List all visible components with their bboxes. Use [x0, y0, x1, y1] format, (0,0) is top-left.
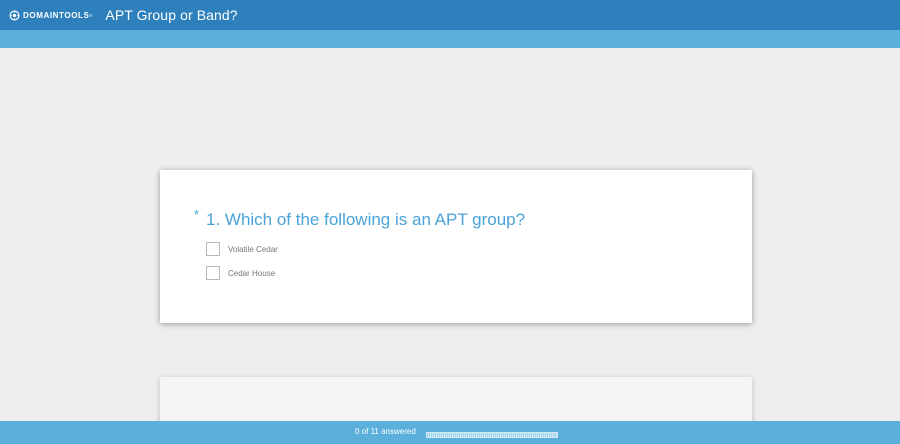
- survey-title: APT Group or Band?: [105, 7, 238, 23]
- domaintools-logo-icon: [9, 9, 20, 21]
- progress-text: 0 of 11 answered: [355, 427, 416, 436]
- logo-trademark: ®: [89, 12, 93, 18]
- question-title: * 1. Which of the following is an APT gr…: [194, 207, 526, 230]
- option-cedar-house[interactable]: Cedar House: [206, 266, 275, 280]
- sub-header-bar: [0, 30, 900, 48]
- logo-text: DOMAINTOOLS: [23, 10, 90, 20]
- progress-bar: [426, 432, 558, 438]
- question-text: 1. Which of the following is an APT grou…: [206, 210, 526, 229]
- option-label[interactable]: Volatile Cedar: [228, 245, 278, 254]
- progress-footer: 0 of 11 answered: [0, 421, 900, 444]
- domaintools-logo[interactable]: DOMAINTOOLS ®: [9, 0, 92, 30]
- checkbox-cedar-house[interactable]: [206, 266, 220, 280]
- option-volatile-cedar[interactable]: Volatile Cedar: [206, 242, 278, 256]
- checkbox-volatile-cedar[interactable]: [206, 242, 220, 256]
- header-bar: DOMAINTOOLS ® APT Group or Band?: [0, 0, 900, 30]
- question-card: * 1. Which of the following is an APT gr…: [160, 170, 752, 323]
- required-indicator: *: [194, 207, 200, 222]
- option-label[interactable]: Cedar House: [228, 269, 275, 278]
